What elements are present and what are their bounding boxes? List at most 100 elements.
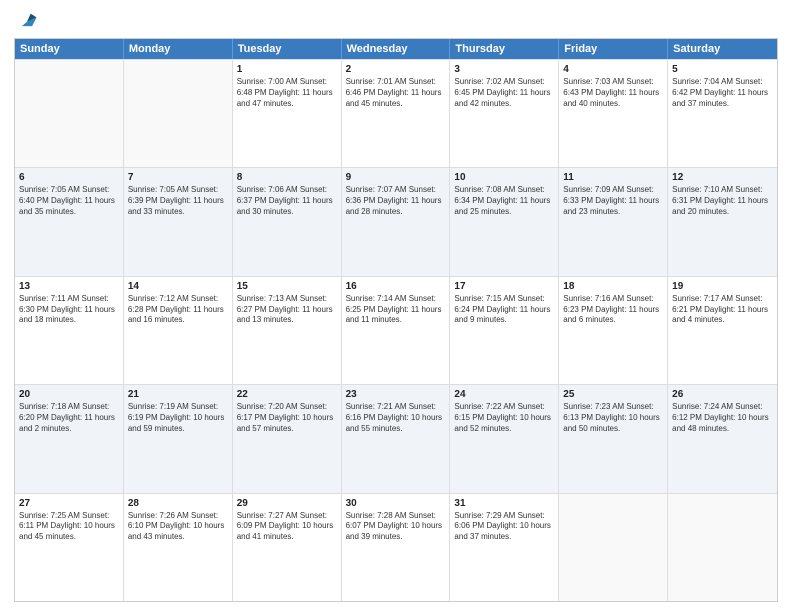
cal-cell: 17Sunrise: 7:15 AM Sunset: 6:24 PM Dayli… <box>450 277 559 384</box>
day-number: 13 <box>19 280 119 293</box>
cal-cell <box>668 494 777 601</box>
cell-info: Sunrise: 7:04 AM Sunset: 6:42 PM Dayligh… <box>672 77 773 109</box>
cal-cell: 28Sunrise: 7:26 AM Sunset: 6:10 PM Dayli… <box>124 494 233 601</box>
cal-cell: 31Sunrise: 7:29 AM Sunset: 6:06 PM Dayli… <box>450 494 559 601</box>
day-number: 21 <box>128 388 228 401</box>
cal-cell: 12Sunrise: 7:10 AM Sunset: 6:31 PM Dayli… <box>668 168 777 275</box>
cell-info: Sunrise: 7:01 AM Sunset: 6:46 PM Dayligh… <box>346 77 446 109</box>
cal-header-monday: Monday <box>124 39 233 59</box>
cal-cell: 5Sunrise: 7:04 AM Sunset: 6:42 PM Daylig… <box>668 60 777 167</box>
logo-icon <box>16 10 38 32</box>
cal-cell: 26Sunrise: 7:24 AM Sunset: 6:12 PM Dayli… <box>668 385 777 492</box>
cell-info: Sunrise: 7:06 AM Sunset: 6:37 PM Dayligh… <box>237 185 337 217</box>
logo <box>14 10 38 32</box>
cell-info: Sunrise: 7:16 AM Sunset: 6:23 PM Dayligh… <box>563 294 663 326</box>
cell-info: Sunrise: 7:09 AM Sunset: 6:33 PM Dayligh… <box>563 185 663 217</box>
cal-cell: 27Sunrise: 7:25 AM Sunset: 6:11 PM Dayli… <box>15 494 124 601</box>
cell-info: Sunrise: 7:19 AM Sunset: 6:19 PM Dayligh… <box>128 402 228 434</box>
cal-cell: 7Sunrise: 7:05 AM Sunset: 6:39 PM Daylig… <box>124 168 233 275</box>
day-number: 31 <box>454 497 554 510</box>
cal-week-4: 20Sunrise: 7:18 AM Sunset: 6:20 PM Dayli… <box>15 384 777 492</box>
cal-cell: 11Sunrise: 7:09 AM Sunset: 6:33 PM Dayli… <box>559 168 668 275</box>
cal-cell: 22Sunrise: 7:20 AM Sunset: 6:17 PM Dayli… <box>233 385 342 492</box>
day-number: 26 <box>672 388 773 401</box>
cell-info: Sunrise: 7:13 AM Sunset: 6:27 PM Dayligh… <box>237 294 337 326</box>
cell-info: Sunrise: 7:17 AM Sunset: 6:21 PM Dayligh… <box>672 294 773 326</box>
cell-info: Sunrise: 7:18 AM Sunset: 6:20 PM Dayligh… <box>19 402 119 434</box>
cal-header-sunday: Sunday <box>15 39 124 59</box>
cal-header-saturday: Saturday <box>668 39 777 59</box>
cal-cell: 29Sunrise: 7:27 AM Sunset: 6:09 PM Dayli… <box>233 494 342 601</box>
cal-cell: 18Sunrise: 7:16 AM Sunset: 6:23 PM Dayli… <box>559 277 668 384</box>
cal-cell: 25Sunrise: 7:23 AM Sunset: 6:13 PM Dayli… <box>559 385 668 492</box>
cal-header-tuesday: Tuesday <box>233 39 342 59</box>
day-number: 6 <box>19 171 119 184</box>
cal-cell: 21Sunrise: 7:19 AM Sunset: 6:19 PM Dayli… <box>124 385 233 492</box>
cell-info: Sunrise: 7:05 AM Sunset: 6:39 PM Dayligh… <box>128 185 228 217</box>
day-number: 17 <box>454 280 554 293</box>
cal-cell: 19Sunrise: 7:17 AM Sunset: 6:21 PM Dayli… <box>668 277 777 384</box>
cal-cell <box>15 60 124 167</box>
cal-header-friday: Friday <box>559 39 668 59</box>
cal-week-3: 13Sunrise: 7:11 AM Sunset: 6:30 PM Dayli… <box>15 276 777 384</box>
cal-cell: 4Sunrise: 7:03 AM Sunset: 6:43 PM Daylig… <box>559 60 668 167</box>
cal-cell <box>124 60 233 167</box>
cal-cell: 20Sunrise: 7:18 AM Sunset: 6:20 PM Dayli… <box>15 385 124 492</box>
day-number: 19 <box>672 280 773 293</box>
day-number: 24 <box>454 388 554 401</box>
cal-cell: 3Sunrise: 7:02 AM Sunset: 6:45 PM Daylig… <box>450 60 559 167</box>
cal-cell: 1Sunrise: 7:00 AM Sunset: 6:48 PM Daylig… <box>233 60 342 167</box>
day-number: 22 <box>237 388 337 401</box>
cal-cell: 9Sunrise: 7:07 AM Sunset: 6:36 PM Daylig… <box>342 168 451 275</box>
day-number: 12 <box>672 171 773 184</box>
cal-cell: 23Sunrise: 7:21 AM Sunset: 6:16 PM Dayli… <box>342 385 451 492</box>
cal-header-thursday: Thursday <box>450 39 559 59</box>
day-number: 25 <box>563 388 663 401</box>
day-number: 7 <box>128 171 228 184</box>
cell-info: Sunrise: 7:20 AM Sunset: 6:17 PM Dayligh… <box>237 402 337 434</box>
cell-info: Sunrise: 7:03 AM Sunset: 6:43 PM Dayligh… <box>563 77 663 109</box>
cell-info: Sunrise: 7:11 AM Sunset: 6:30 PM Dayligh… <box>19 294 119 326</box>
day-number: 1 <box>237 63 337 76</box>
cell-info: Sunrise: 7:25 AM Sunset: 6:11 PM Dayligh… <box>19 511 119 543</box>
cell-info: Sunrise: 7:05 AM Sunset: 6:40 PM Dayligh… <box>19 185 119 217</box>
cal-week-5: 27Sunrise: 7:25 AM Sunset: 6:11 PM Dayli… <box>15 493 777 601</box>
day-number: 2 <box>346 63 446 76</box>
day-number: 30 <box>346 497 446 510</box>
cell-info: Sunrise: 7:12 AM Sunset: 6:28 PM Dayligh… <box>128 294 228 326</box>
day-number: 27 <box>19 497 119 510</box>
cal-cell: 2Sunrise: 7:01 AM Sunset: 6:46 PM Daylig… <box>342 60 451 167</box>
cell-info: Sunrise: 7:07 AM Sunset: 6:36 PM Dayligh… <box>346 185 446 217</box>
day-number: 8 <box>237 171 337 184</box>
cal-cell: 13Sunrise: 7:11 AM Sunset: 6:30 PM Dayli… <box>15 277 124 384</box>
cell-info: Sunrise: 7:02 AM Sunset: 6:45 PM Dayligh… <box>454 77 554 109</box>
calendar: SundayMondayTuesdayWednesdayThursdayFrid… <box>14 38 778 602</box>
cal-week-2: 6Sunrise: 7:05 AM Sunset: 6:40 PM Daylig… <box>15 167 777 275</box>
day-number: 16 <box>346 280 446 293</box>
cell-info: Sunrise: 7:27 AM Sunset: 6:09 PM Dayligh… <box>237 511 337 543</box>
page: SundayMondayTuesdayWednesdayThursdayFrid… <box>0 0 792 612</box>
cal-cell: 6Sunrise: 7:05 AM Sunset: 6:40 PM Daylig… <box>15 168 124 275</box>
day-number: 11 <box>563 171 663 184</box>
day-number: 28 <box>128 497 228 510</box>
day-number: 5 <box>672 63 773 76</box>
cal-cell: 24Sunrise: 7:22 AM Sunset: 6:15 PM Dayli… <box>450 385 559 492</box>
day-number: 14 <box>128 280 228 293</box>
cal-week-1: 1Sunrise: 7:00 AM Sunset: 6:48 PM Daylig… <box>15 59 777 167</box>
cal-cell: 8Sunrise: 7:06 AM Sunset: 6:37 PM Daylig… <box>233 168 342 275</box>
cell-info: Sunrise: 7:23 AM Sunset: 6:13 PM Dayligh… <box>563 402 663 434</box>
cell-info: Sunrise: 7:21 AM Sunset: 6:16 PM Dayligh… <box>346 402 446 434</box>
day-number: 15 <box>237 280 337 293</box>
cal-cell: 15Sunrise: 7:13 AM Sunset: 6:27 PM Dayli… <box>233 277 342 384</box>
cell-info: Sunrise: 7:28 AM Sunset: 6:07 PM Dayligh… <box>346 511 446 543</box>
cal-header-wednesday: Wednesday <box>342 39 451 59</box>
cell-info: Sunrise: 7:08 AM Sunset: 6:34 PM Dayligh… <box>454 185 554 217</box>
day-number: 18 <box>563 280 663 293</box>
cal-cell: 30Sunrise: 7:28 AM Sunset: 6:07 PM Dayli… <box>342 494 451 601</box>
cal-cell <box>559 494 668 601</box>
cell-info: Sunrise: 7:10 AM Sunset: 6:31 PM Dayligh… <box>672 185 773 217</box>
calendar-body: 1Sunrise: 7:00 AM Sunset: 6:48 PM Daylig… <box>15 59 777 601</box>
cell-info: Sunrise: 7:00 AM Sunset: 6:48 PM Dayligh… <box>237 77 337 109</box>
cal-cell: 10Sunrise: 7:08 AM Sunset: 6:34 PM Dayli… <box>450 168 559 275</box>
day-number: 23 <box>346 388 446 401</box>
